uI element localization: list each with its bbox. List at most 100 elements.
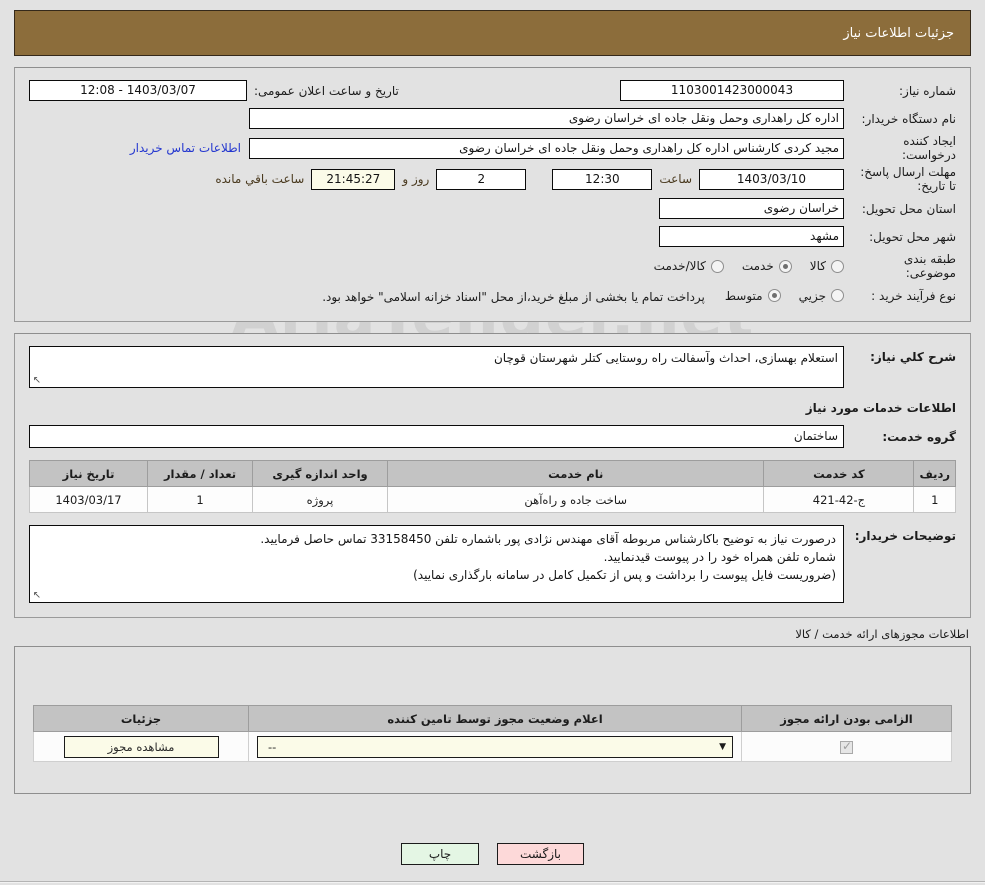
- radio-label: کالا/خدمت: [653, 259, 706, 273]
- days-remaining-label: روز و: [402, 172, 430, 186]
- buyer-notes-line: شماره تلفن همراه خود را در پیوست قیدنمای…: [603, 550, 836, 564]
- city-label: شهر محل تحویل:: [869, 229, 956, 244]
- row-description: شرح كلي نياز: استعلام بهسازی، احداث وآسف…: [29, 346, 956, 388]
- radio-label: متوسط: [724, 288, 763, 303]
- th-index: ردیف: [913, 460, 956, 487]
- view-permit-button[interactable]: مشاهده مجوز: [63, 735, 219, 758]
- announce-label: تاریخ و ساعت اعلان عمومی:: [254, 83, 399, 98]
- radio-label: خدمت: [741, 259, 774, 273]
- buyer-notes-textarea[interactable]: درصورت نیاز به توضیح باکارشناس مربوطه آق…: [29, 525, 844, 603]
- need-summary-form: شماره نیاز: 1103001423000043 تاریخ و ساع…: [15, 68, 970, 321]
- category-label: طبقه بندی موضوعی:: [903, 252, 956, 280]
- back-button[interactable]: بازگشت: [497, 843, 584, 865]
- deadline-hour-value: 12:30: [552, 168, 653, 190]
- permits-panel: الزامی بودن ارائه مجوز اعلام وضعیت مجوز …: [14, 646, 971, 794]
- description-textarea[interactable]: استعلام بهسازی، احداث وآسفالت راه روستای…: [29, 346, 844, 388]
- row-buyer-org: نام دستگاه خریدار: اداره کل راهداری وحمل…: [29, 106, 956, 131]
- creator-label: ایجاد کننده درخواست:: [902, 134, 956, 162]
- th-name: نام خدمت: [386, 460, 765, 487]
- radio-process-motevasset[interactable]: متوسط: [725, 289, 781, 303]
- need-number-label: شماره نیاز:: [899, 83, 956, 98]
- process-radio-group[interactable]: جزیي متوسط: [711, 289, 844, 303]
- announce-value: 1403/03/07 - 12:08: [29, 80, 247, 101]
- permit-status-selected-value: --: [268, 739, 277, 754]
- table-row: 1 ج-42-421 ساخت جاده و راه‌آهن پروژه 1 1…: [29, 486, 956, 513]
- cell-permit-required: [741, 731, 952, 762]
- permits-table-wrap: الزامی بودن ارائه مجوز اعلام وضعیت مجوز …: [33, 705, 952, 762]
- bottom-divider: [0, 881, 985, 883]
- services-table-header-row: ردیف کد خدمت نام خدمت واحد اندازه گیری ت…: [29, 460, 956, 487]
- buyer-contact-link[interactable]: اطلاعات تماس خریدار: [122, 141, 249, 155]
- buyer-notes-label: توضیحات خریدار:: [854, 529, 956, 543]
- province-label: استان محل تحویل:: [861, 201, 956, 216]
- radio-circle-selected-icon[interactable]: [767, 289, 781, 302]
- services-section-heading: اطلاعات خدمات مورد نیاز: [805, 401, 956, 415]
- row-deadline: مهلت ارسال پاسخ: تا تاریخ: 1403/03/10 سا…: [29, 165, 956, 193]
- radio-category-khedmat[interactable]: خدمت: [742, 259, 792, 273]
- radio-label: کالا: [809, 259, 826, 273]
- row-service-group: گروه خدمت: ساختمان: [29, 425, 956, 448]
- row-creator: ایجاد کننده درخواست: مجید کردی کارشناس ا…: [29, 134, 956, 162]
- description-value: استعلام بهسازی، احداث وآسفالت راه روستای…: [493, 351, 838, 365]
- chevron-down-icon[interactable]: ▼: [719, 737, 726, 757]
- footer-actions: بازگشت چاپ: [0, 835, 985, 885]
- services-table-wrap: ردیف کد خدمت نام خدمت واحد اندازه گیری ت…: [29, 460, 956, 513]
- row-buyer-notes: توضیحات خریدار: درصورت نیاز به توضیح باک…: [29, 525, 956, 603]
- city-value: مشهد: [659, 226, 844, 247]
- row-need-number: شماره نیاز: 1103001423000043 تاریخ و ساع…: [29, 78, 956, 103]
- row-category: طبقه بندی موضوعی: کالا خدمت کالا/خدمت: [29, 252, 956, 280]
- resize-handle-icon[interactable]: [31, 376, 41, 386]
- row-city: شهر محل تحویل: مشهد: [29, 224, 956, 249]
- radio-circle-selected-icon[interactable]: [778, 259, 792, 273]
- cell-need-date: 1403/03/17: [29, 486, 148, 513]
- need-details-body: شرح كلي نياز: استعلام بهسازی، احداث وآسف…: [15, 334, 970, 617]
- table-row: ▼ -- مشاهده مجوز: [33, 731, 952, 762]
- deadline-date-value: 1403/03/10: [699, 168, 844, 190]
- cell-permit-details: مشاهده مجوز: [33, 731, 249, 762]
- th-code: کد خدمت: [763, 460, 915, 487]
- th-permit-status: اعلام وضعیت مجوز توسط تامین کننده: [248, 705, 742, 732]
- page-header: جزئیات اطلاعات نیاز: [14, 10, 971, 56]
- permits-section-heading: اطلاعات مجوزهای ارائه خدمت / کالا: [795, 627, 969, 641]
- cell-permit-status: ▼ --: [248, 731, 742, 762]
- row-province: استان محل تحویل: خراسان رضوی: [29, 196, 956, 221]
- cell-index: 1: [913, 486, 956, 513]
- cell-name: ساخت جاده و راه‌آهن: [386, 486, 765, 513]
- cell-quantity: 1: [147, 486, 253, 513]
- cell-unit: پروژه: [252, 486, 388, 513]
- payment-note: پرداخت تمام یا بخشی از مبلغ خرید،از محل …: [322, 289, 705, 304]
- buyer-org-value: اداره کل راهداری وحمل ونقل جاده ای خراسا…: [249, 108, 844, 129]
- radio-process-jozii[interactable]: جزیي: [799, 289, 844, 303]
- buyer-org-label: نام دستگاه خریدار:: [861, 111, 957, 126]
- service-group-value: ساختمان: [29, 425, 844, 448]
- province-value: خراسان رضوی: [659, 198, 844, 219]
- need-number-value: 1103001423000043: [620, 80, 844, 101]
- cell-code: ج-42-421: [763, 486, 915, 513]
- days-remaining-value: 2: [436, 168, 527, 190]
- process-label: نوع فرآیند خرید :: [871, 288, 956, 303]
- radio-category-kala[interactable]: کالا: [810, 259, 844, 273]
- deadline-hour-label: ساعت: [659, 172, 692, 186]
- row-process-type: نوع فرآیند خرید : جزیي متوسط پرداخت تمام…: [29, 283, 956, 308]
- th-permit-required: الزامی بودن ارائه مجوز: [741, 705, 952, 732]
- permits-table-header-row: الزامی بودن ارائه مجوز اعلام وضعیت مجوز …: [33, 705, 952, 732]
- need-details-panel: شرح كلي نياز: استعلام بهسازی، احداث وآسف…: [14, 333, 971, 618]
- radio-circle-icon[interactable]: [831, 259, 844, 273]
- radio-circle-icon[interactable]: [831, 289, 844, 302]
- permit-status-select[interactable]: ▼ --: [257, 735, 733, 758]
- services-table: ردیف کد خدمت نام خدمت واحد اندازه گیری ت…: [29, 460, 956, 513]
- permit-required-checkbox: [840, 739, 853, 754]
- radio-circle-icon[interactable]: [710, 259, 724, 273]
- radio-label: جزیي: [798, 288, 826, 303]
- th-quantity: تعداد / مقدار: [147, 460, 253, 487]
- resize-handle-icon[interactable]: [31, 591, 41, 601]
- th-need-date: تاریخ نیاز: [29, 460, 148, 487]
- print-button[interactable]: چاپ: [401, 843, 479, 865]
- th-permit-details: جزئیات: [33, 705, 249, 732]
- category-radio-group[interactable]: کالا خدمت کالا/خدمت: [640, 259, 844, 273]
- description-label: شرح كلي نياز:: [870, 350, 956, 364]
- radio-category-kala-khedmat[interactable]: کالا/خدمت: [654, 259, 724, 273]
- buyer-notes-line: (ضروریست فایل پیوست را برداشت و پس از تک…: [413, 568, 836, 582]
- buyer-notes-line: درصورت نیاز به توضیح باکارشناس مربوطه آق…: [260, 532, 836, 546]
- service-group-label: گروه خدمت:: [882, 429, 956, 444]
